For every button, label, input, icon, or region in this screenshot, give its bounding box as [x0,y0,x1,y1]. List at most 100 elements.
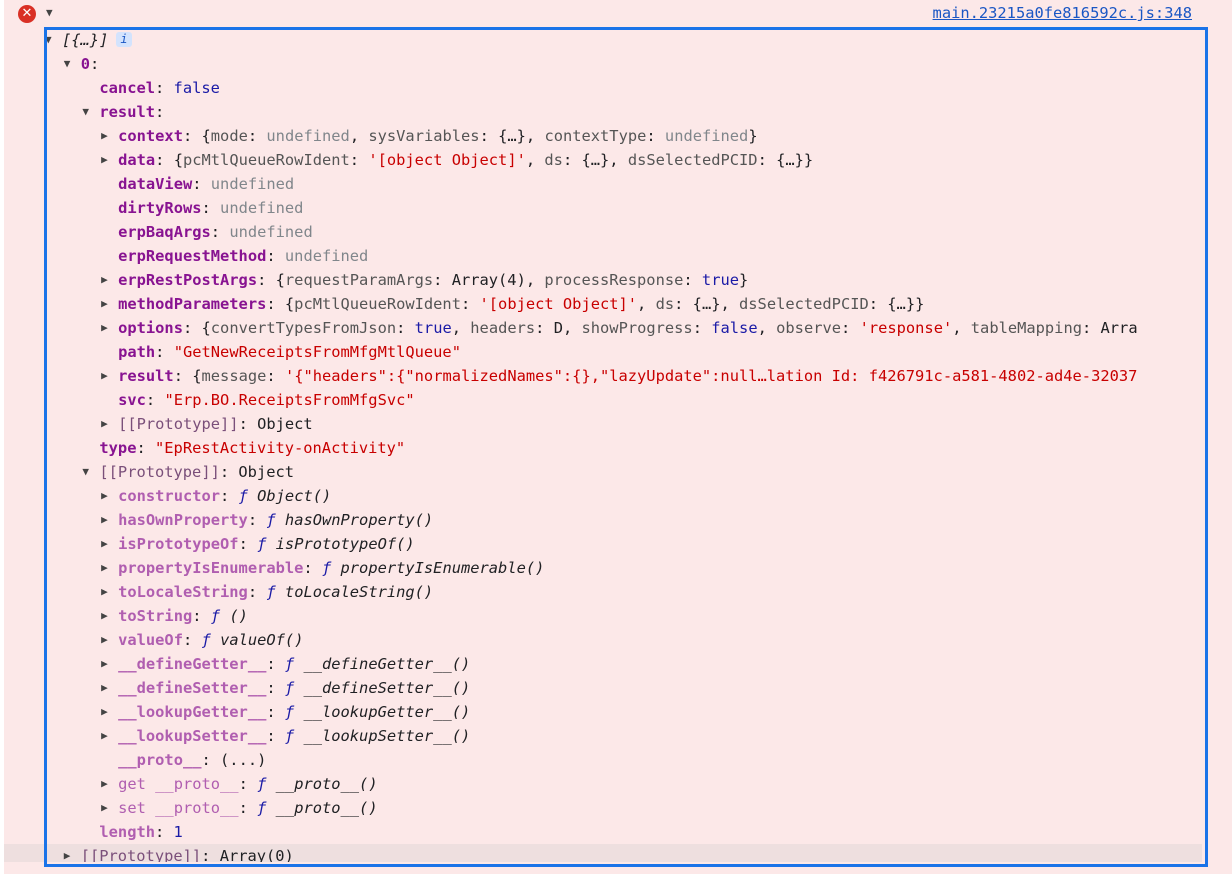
tree-row[interactable]: ▶ erpRestPostArgs: {requestParamArgs: Arr… [4,268,1202,292]
triangle-right-icon[interactable]: ▶ [101,148,111,172]
tree-row[interactable]: ▼ [[Prototype]]: Object [4,460,1202,484]
triangle-right-icon[interactable]: ▶ [101,676,111,700]
triangle-right-icon[interactable]: ▶ [101,700,111,724]
property-value: : {…}, [479,127,545,145]
tree-row[interactable]: ▶ result: {message: '{"headers":{"normali… [4,364,1202,388]
property-value: : Arra [1081,319,1138,337]
triangle-right-icon[interactable]: ▶ [101,772,111,796]
tree-row[interactable]: ▶ [[Prototype]]: Array(0) [4,844,1202,862]
tree-row[interactable]: ▼ 0: [4,52,1202,76]
property-key: path [118,343,156,361]
triangle-down-icon[interactable]: ▼ [82,460,92,484]
triangle-down-icon[interactable]: ▼ [82,100,92,124]
row-text: options: {convertTypesFromJson: true, he… [118,316,1138,340]
property-value: undefined [229,223,313,241]
tree-row: dataView: undefined [4,172,1202,196]
triangle-right-icon[interactable]: ▶ [101,484,111,508]
property-value: true [414,319,452,337]
property-key: toString [118,607,193,625]
property-value: : Object [219,463,294,481]
property-value: } [739,271,749,289]
property-value: dsSelectedPCID [739,295,869,313]
property-value: : {…}, [562,151,628,169]
triangle-right-icon[interactable]: ▶ [101,796,111,820]
property-value: convertTypesFromJson [210,319,397,337]
row-text: __defineGetter__: ƒ __defineGetter__() [118,652,470,676]
property-value: : [266,703,285,721]
triangle-right-icon[interactable]: ▶ [101,508,111,532]
triangle-down-icon[interactable]: ▼ [46,6,53,19]
tree-row[interactable]: ▶ __defineSetter__: ƒ __defineSetter__() [4,676,1202,700]
triangle-right-icon[interactable]: ▶ [101,292,111,316]
row-text: cancel: false [99,76,220,100]
property-value: , [525,151,545,169]
property-value: processResponse [544,271,684,289]
tree-row[interactable]: ▶ propertyIsEnumerable: ƒ propertyIsEnume… [4,556,1202,580]
property-value: hasOwnProperty() [275,511,434,529]
tree-row[interactable]: ▶ data: {pcMtlQueueRowIdent: '[object Obj… [4,148,1202,172]
property-value: : [192,175,211,193]
triangle-right-icon[interactable]: ▶ [101,316,111,340]
property-value: ƒ [257,775,267,793]
property-value: ƒ [266,511,276,529]
tree-row[interactable]: ▼ result: [4,100,1202,124]
property-value: : [460,295,480,313]
tree-row[interactable]: ▶ valueOf: ƒ valueOf() [4,628,1202,652]
tree-row[interactable]: ▶ options: {convertTypesFromJson: true, h… [4,316,1202,340]
row-text: svc: "Erp.BO.ReceiptsFromMfgSvc" [118,388,415,412]
property-value: : [238,799,258,817]
tree-row[interactable]: ▶ toString: ƒ () [4,604,1202,628]
tree-row[interactable]: ▶ get __proto__: ƒ __proto__() [4,772,1202,796]
triangle-right-icon[interactable]: ▶ [101,124,111,148]
property-value: : [266,655,285,673]
property-value: ƒ [284,727,295,745]
property-value: __lookupSetter__() [294,727,471,745]
property-value: undefined [266,127,350,145]
triangle-right-icon[interactable]: ▶ [101,628,111,652]
triangle-right-icon[interactable]: ▶ [101,724,111,748]
property-value: 1 [173,823,183,841]
property-value: : Array(4), [433,271,545,289]
row-text: toString: ƒ () [118,604,248,628]
triangle-down-icon[interactable]: ▼ [45,28,55,52]
tree-row[interactable]: ▶ toLocaleString: ƒ toLocaleString() [4,580,1202,604]
property-value: : [266,679,285,697]
tree-row[interactable]: ▶ set __proto__: ƒ __proto__() [4,796,1202,820]
property-key: valueOf [118,631,183,649]
source-link[interactable]: main.23215a0fe816592c.js:348 [933,4,1192,22]
tree-row[interactable]: ▶ context: {mode: undefined, sysVariables… [4,124,1202,148]
tree-row: type: "EpRestActivity-onActivity" [4,436,1202,460]
triangle-right-icon[interactable]: ▶ [101,532,111,556]
property-value: : (...) [201,751,267,769]
tree-row: cancel: false [4,76,1202,100]
triangle-right-icon[interactable]: ▶ [101,364,111,388]
tree-row[interactable]: ▶ __lookupSetter__: ƒ __lookupSetter__() [4,724,1202,748]
property-value: tableMapping [970,319,1082,337]
triangle-right-icon[interactable]: ▶ [101,652,111,676]
triangle-right-icon[interactable]: ▶ [101,604,111,628]
property-key: __lookupSetter__ [118,727,267,745]
tree-row: length: 1 [4,820,1202,844]
property-value: : [155,823,174,841]
triangle-right-icon[interactable]: ▶ [101,268,111,292]
tree-row[interactable]: ▶ isPrototypeOf: ƒ isPrototypeOf() [4,532,1202,556]
property-value: undefined [664,127,749,145]
triangle-right-icon[interactable]: ▶ [101,412,111,436]
tree-row[interactable]: ▶ [[Prototype]]: Object [4,412,1202,436]
tree-row[interactable]: ▶ methodParameters: {pcMtlQueueRowIdent: … [4,292,1202,316]
tree-row[interactable]: ▶ __defineGetter__: ƒ __defineGetter__() [4,652,1202,676]
property-value: : [238,535,258,553]
info-badge[interactable]: i [116,32,132,47]
property-key: result [118,367,174,385]
triangle-right-icon[interactable]: ▶ [101,580,111,604]
tree-row[interactable]: ▶ hasOwnProperty: ƒ hasOwnProperty() [4,508,1202,532]
triangle-right-icon[interactable]: ▶ [64,844,74,862]
triangle-down-icon[interactable]: ▼ [64,52,74,76]
tree-row[interactable]: ▶ constructor: ƒ Object() [4,484,1202,508]
property-key: set __proto__ [118,799,239,817]
triangle-right-icon[interactable]: ▶ [101,556,111,580]
property-value: __lookupGetter__() [294,703,471,721]
property-value: : D, [535,319,582,337]
tree-row[interactable]: ▼ [{…}] i [4,28,1202,52]
tree-row[interactable]: ▶ __lookupGetter__: ƒ __lookupGetter__() [4,700,1202,724]
